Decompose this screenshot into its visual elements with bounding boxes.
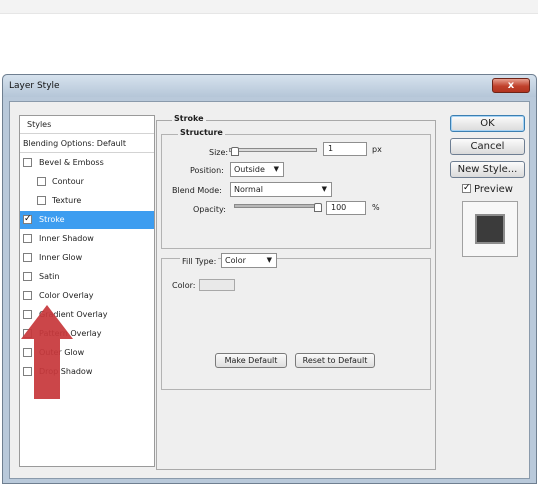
sidebar-item-satin[interactable]: Satin bbox=[20, 268, 154, 286]
fill-type-value: Color bbox=[225, 256, 246, 265]
sidebar-item-label: Stroke bbox=[39, 215, 65, 224]
opacity-slider[interactable] bbox=[234, 200, 322, 214]
new-style-button[interactable]: New Style... bbox=[450, 161, 525, 178]
sidebar-item-label: Inner Shadow bbox=[39, 234, 94, 243]
size-slider-thumb[interactable] bbox=[231, 147, 239, 156]
checkmark-icon: ✓ bbox=[463, 183, 471, 193]
opacity-label: Opacity: bbox=[193, 205, 226, 214]
preview-toggle[interactable]: ✓ Preview bbox=[462, 183, 513, 195]
checkbox-inner-glow[interactable] bbox=[23, 253, 32, 262]
position-dropdown[interactable]: Outside ▼ bbox=[230, 162, 284, 177]
fill-type-dropdown[interactable]: Color ▼ bbox=[221, 253, 277, 268]
chevron-down-icon: ▼ bbox=[273, 165, 279, 173]
checkbox-color-overlay[interactable] bbox=[23, 291, 32, 300]
sidebar-item-label: Inner Glow bbox=[39, 253, 83, 262]
fill-group bbox=[161, 258, 431, 390]
styles-list: Styles Blending Options: Default Bevel &… bbox=[19, 115, 155, 467]
opacity-slider-thumb[interactable] bbox=[314, 203, 322, 212]
sidebar-item-texture[interactable]: Texture bbox=[20, 192, 154, 210]
checkbox-stroke[interactable]: ✓ bbox=[23, 214, 32, 224]
dialog-body: Styles Blending Options: Default Bevel &… bbox=[9, 101, 530, 479]
checkbox-contour[interactable] bbox=[37, 177, 46, 186]
sidebar-item-stroke[interactable]: ✓ Stroke bbox=[20, 211, 154, 229]
size-slider-track bbox=[229, 148, 317, 152]
size-input[interactable]: 1 bbox=[323, 142, 367, 156]
sidebar-item-blending-options[interactable]: Blending Options: Default bbox=[20, 135, 154, 153]
stroke-section-title: Stroke bbox=[172, 114, 206, 123]
cancel-button[interactable]: Cancel bbox=[450, 138, 525, 155]
sidebar-item-label: Texture bbox=[52, 196, 82, 205]
position-label: Position: bbox=[190, 166, 224, 175]
sidebar-item-label: Satin bbox=[39, 272, 60, 281]
window-title: Layer Style bbox=[9, 81, 60, 91]
styles-header-label: Styles bbox=[27, 120, 52, 129]
blend-mode-value: Normal bbox=[234, 185, 263, 194]
red-arrow-icon bbox=[21, 305, 73, 399]
checkbox-bevel-emboss[interactable] bbox=[23, 158, 32, 167]
make-default-button[interactable]: Make Default bbox=[215, 353, 287, 368]
sidebar-item-inner-shadow[interactable]: Inner Shadow bbox=[20, 230, 154, 248]
checkbox-inner-shadow[interactable] bbox=[23, 234, 32, 243]
size-label: Size: bbox=[209, 148, 229, 157]
fill-type-label: Fill Type: bbox=[180, 257, 219, 266]
sidebar-item-bevel-emboss[interactable]: Bevel & Emboss bbox=[20, 154, 154, 172]
size-slider[interactable] bbox=[229, 144, 317, 158]
sidebar-item-label: Bevel & Emboss bbox=[39, 158, 104, 167]
checkbox-texture[interactable] bbox=[37, 196, 46, 205]
close-button[interactable]: x bbox=[492, 78, 530, 93]
title-bar: Layer Style x bbox=[3, 75, 536, 97]
sidebar-item-label: Blending Options: Default bbox=[23, 139, 127, 148]
opacity-unit: % bbox=[372, 203, 380, 212]
top-band bbox=[0, 0, 538, 14]
position-value: Outside bbox=[234, 165, 265, 174]
opacity-input[interactable]: 100 bbox=[326, 201, 366, 215]
chevron-down-icon: ▼ bbox=[266, 256, 272, 264]
chevron-down-icon: ▼ bbox=[321, 185, 327, 193]
color-swatch[interactable] bbox=[199, 279, 235, 291]
preview-swatch bbox=[475, 214, 505, 244]
blend-mode-label: Blend Mode: bbox=[172, 186, 222, 195]
opacity-slider-track bbox=[234, 204, 322, 208]
ok-button[interactable]: OK bbox=[450, 115, 525, 132]
reset-to-default-button[interactable]: Reset to Default bbox=[295, 353, 375, 368]
style-preview bbox=[462, 201, 518, 257]
blend-mode-dropdown[interactable]: Normal ▼ bbox=[230, 182, 332, 197]
styles-header[interactable]: Styles bbox=[20, 116, 154, 134]
preview-checkbox[interactable]: ✓ bbox=[462, 183, 471, 193]
close-icon: x bbox=[507, 80, 515, 91]
structure-title: Structure bbox=[178, 128, 225, 137]
sidebar-item-contour[interactable]: Contour bbox=[20, 173, 154, 191]
sidebar-item-label: Contour bbox=[52, 177, 84, 186]
layer-style-dialog: Layer Style x Styles Blending Options: D… bbox=[2, 74, 537, 484]
size-unit: px bbox=[372, 145, 382, 154]
color-label: Color: bbox=[172, 281, 196, 290]
checkmark-icon: ✓ bbox=[24, 214, 32, 224]
sidebar-item-inner-glow[interactable]: Inner Glow bbox=[20, 249, 154, 267]
checkbox-satin[interactable] bbox=[23, 272, 32, 281]
preview-label: Preview bbox=[474, 184, 513, 195]
